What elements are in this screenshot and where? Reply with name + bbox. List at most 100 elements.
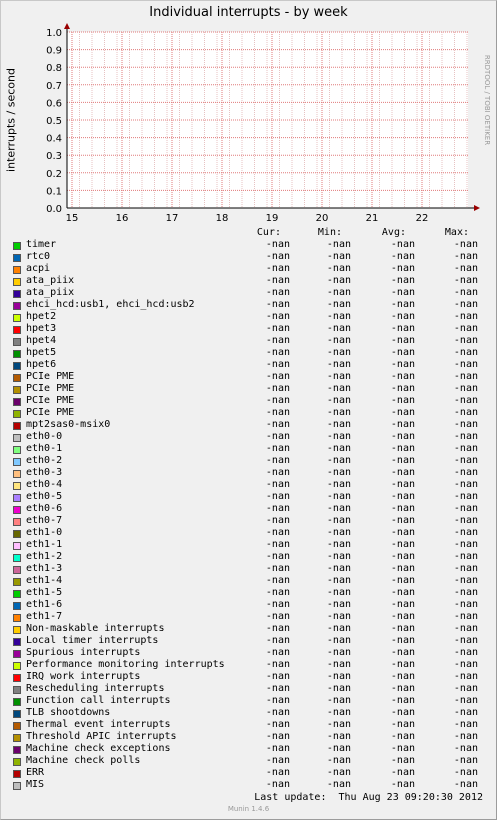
legend-swatch [13, 374, 21, 382]
legend-row: Spurious interrupts -nan -nan -nan -nan [0, 647, 497, 659]
legend-cur-value: -nan [265, 359, 290, 370]
legend-max-value: -nan [453, 671, 478, 682]
legend-swatch [13, 758, 21, 766]
legend-cur-value: -nan [265, 263, 290, 274]
legend-max-value: -nan [453, 479, 478, 490]
legend-cur-value: -nan [265, 323, 290, 334]
legend-avg-value: -nan [390, 671, 415, 682]
legend-row: timer -nan -nan -nan -nan [0, 239, 497, 251]
y-tick-label: 0.3 [46, 151, 62, 162]
x-tick-label: 16 [116, 213, 129, 224]
legend-avg-value: -nan [390, 335, 415, 346]
y-axis-arrow [64, 23, 70, 29]
legend-label: eth0-6 [26, 503, 63, 514]
legend-avg-value: -nan [390, 383, 415, 394]
legend-avg-value: -nan [390, 371, 415, 382]
legend-swatch [13, 662, 21, 670]
legend-max-value: -nan [453, 551, 478, 562]
legend-swatch [13, 722, 21, 730]
legend-max-value: -nan [453, 371, 478, 382]
y-tick-label: 0.9 [46, 46, 62, 57]
legend-avg-value: -nan [390, 635, 415, 646]
legend-label: mpt2sas0-msix0 [26, 419, 111, 430]
legend-avg-value: -nan [390, 491, 415, 502]
legend-cur-value: -nan [265, 635, 290, 646]
legend-label: Local timer interrupts [26, 635, 159, 646]
legend-max-value: -nan [453, 431, 478, 442]
legend-swatch [13, 626, 21, 634]
legend-min-value: -nan [326, 491, 351, 502]
legend-max-value: -nan [453, 779, 478, 790]
y-tick-label: 0.4 [46, 134, 62, 145]
legend-avg-value: -nan [390, 455, 415, 466]
legend-row: ehci_hcd:usb1, ehci_hcd:usb2 -nan -nan -nan… [0, 299, 497, 311]
legend-row: TLB shootdowns -nan -nan -nan -nan [0, 707, 497, 719]
legend-min-value: -nan [326, 563, 351, 574]
legend-max-value: -nan [453, 599, 478, 610]
legend-label: eth0-5 [26, 491, 63, 502]
legend-swatch [13, 266, 21, 274]
legend-max-value: -nan [453, 443, 478, 454]
legend-swatch [13, 770, 21, 778]
legend-cur-value: -nan [265, 707, 290, 718]
legend-row: ata_piix -nan -nan -nan -nan [0, 287, 497, 299]
legend-max-value: -nan [453, 239, 478, 250]
munin-version: Munin 1.4.6 [227, 805, 270, 813]
legend-avg-value: -nan [390, 719, 415, 730]
legend-avg-value: -nan [390, 707, 415, 718]
legend-min-value: -nan [326, 263, 351, 274]
legend-max-value: -nan [453, 383, 478, 394]
legend-min-value: -nan [326, 707, 351, 718]
legend-avg-value: -nan [390, 275, 415, 286]
y-tick-label: 0.0 [46, 204, 62, 215]
legend-min-value: -nan [326, 575, 351, 586]
legend-swatch [13, 458, 21, 466]
legend-swatch [13, 302, 21, 310]
legend-min-value: -nan [326, 551, 351, 562]
legend-min-value: -nan [326, 695, 351, 706]
legend-swatch [13, 410, 21, 418]
legend-avg-value: -nan [390, 551, 415, 562]
legend-min-value: -nan [326, 335, 351, 346]
legend-row: ata_piix -nan -nan -nan -nan [0, 275, 497, 287]
legend-row: eth0-3 -nan -nan -nan -nan [0, 467, 497, 479]
legend-swatch [13, 710, 21, 718]
legend-swatch [13, 422, 21, 430]
legend-row: hpet3 -nan -nan -nan -nan [0, 323, 497, 335]
legend-cur-value: -nan [265, 563, 290, 574]
legend-swatch [13, 242, 21, 250]
legend-row: Threshold APIC interrupts -nan -nan -nan -na… [0, 731, 497, 743]
legend-min-value: -nan [326, 755, 351, 766]
legend-row: eth0-0 -nan -nan -nan -nan [0, 431, 497, 443]
legend-cur-value: -nan [265, 719, 290, 730]
legend-row: eth1-7 -nan -nan -nan -nan [0, 611, 497, 623]
legend-cur-value: -nan [265, 575, 290, 586]
legend-label: hpet3 [26, 323, 57, 334]
legend-cur-value: -nan [265, 407, 290, 418]
legend-row: Thermal event interrupts -nan -nan -nan -nan [0, 719, 497, 731]
legend-row: PCIe PME -nan -nan -nan -nan [0, 383, 497, 395]
legend-max-value: -nan [453, 515, 478, 526]
y-tick-label: 0.8 [46, 63, 62, 74]
legend-cur-value: -nan [265, 755, 290, 766]
legend-min-value: -nan [326, 287, 351, 298]
legend-cur-value: -nan [265, 743, 290, 754]
legend-min-value: -nan [326, 359, 351, 370]
legend-avg-value: -nan [390, 443, 415, 454]
legend-swatch [13, 506, 21, 514]
legend-avg-value: -nan [390, 299, 415, 310]
legend-swatch [13, 578, 21, 586]
legend-swatch [13, 494, 21, 502]
legend-row: eth0-4 -nan -nan -nan -nan [0, 479, 497, 491]
legend-max-value: -nan [453, 563, 478, 574]
legend-min-value: -nan [326, 347, 351, 358]
legend-cur-value: -nan [265, 611, 290, 622]
legend-min-value: -nan [326, 767, 351, 778]
legend-label: Machine check exceptions [26, 743, 171, 754]
legend-min-value: -nan [326, 443, 351, 454]
x-tick-label: 21 [366, 213, 379, 224]
legend-cur-value: -nan [265, 479, 290, 490]
legend-min-value: -nan [326, 587, 351, 598]
legend-label: eth1-3 [26, 563, 63, 574]
legend-row: IRQ work interrupts -nan -nan -nan -nan [0, 671, 497, 683]
